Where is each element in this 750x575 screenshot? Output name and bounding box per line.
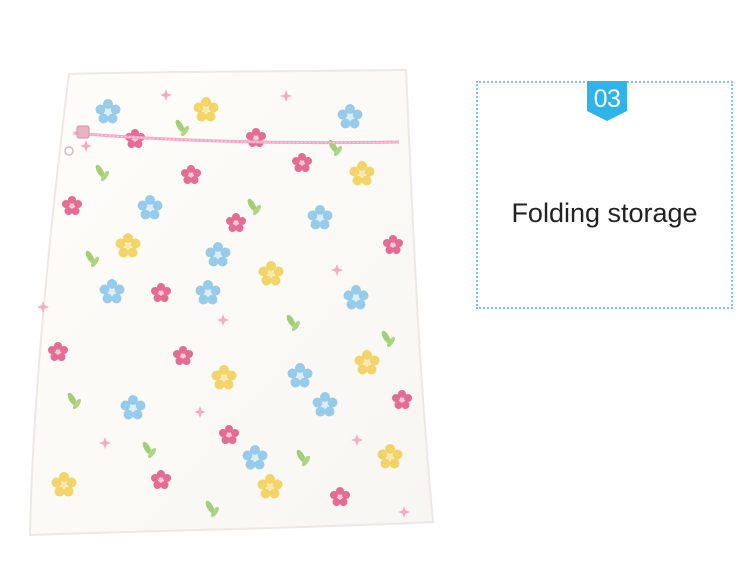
feature-title: Folding storage	[511, 198, 698, 228]
feature-card: 03 Folding storage	[476, 81, 733, 309]
feature-number-badge: 03	[587, 81, 627, 121]
product-photo	[0, 0, 470, 570]
feature-number: 03	[593, 85, 621, 113]
